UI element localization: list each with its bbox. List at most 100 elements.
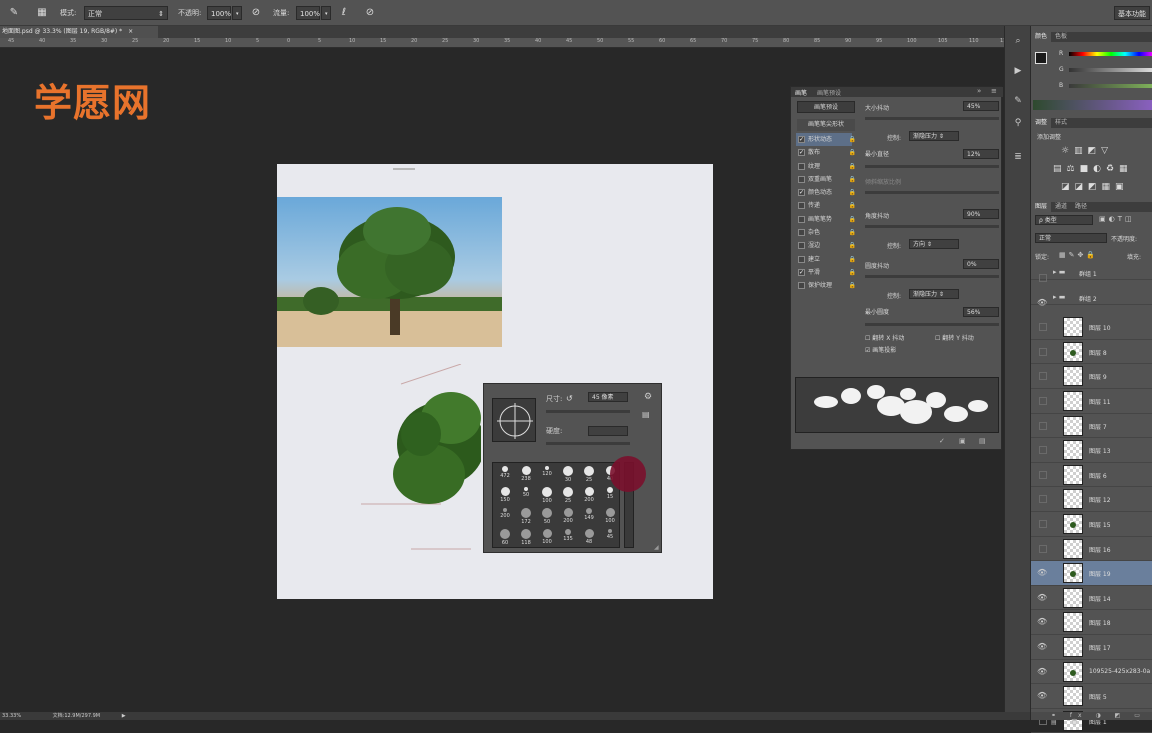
brush-tip-cell[interactable]: 30 <box>558 465 578 487</box>
folder-icon[interactable]: ▸ ▬ <box>1053 268 1065 276</box>
brush-size-input[interactable]: 45 像素 <box>588 392 628 402</box>
min-diameter-value[interactable]: 12% <box>963 149 999 159</box>
visibility-eye-icon[interactable]: 👁 <box>1037 691 1047 700</box>
tab-layers[interactable]: 图层 <box>1031 202 1052 212</box>
visibility-eye-icon[interactable]: 👁 <box>1037 617 1047 626</box>
checkbox-empty-icon[interactable] <box>798 242 805 250</box>
angle-jitter-value[interactable]: 90% <box>963 209 999 219</box>
history-icon[interactable]: ⌕ <box>1011 36 1025 50</box>
visibility-toggle[interactable] <box>1039 421 1047 430</box>
checkbox-empty-icon[interactable] <box>798 282 805 290</box>
blend-mode-dropdown[interactable]: 正常 <box>1035 233 1107 243</box>
layer-row[interactable]: 图层 6 <box>1031 463 1152 488</box>
layer-group-row[interactable]: 👁 ▸ ▬ 群组 2 <box>1031 291 1152 307</box>
layer-row[interactable]: 图层 9 <box>1031 364 1152 389</box>
size-jitter-slider[interactable] <box>865 117 999 120</box>
brush-tip-cell[interactable]: 45 <box>600 528 620 550</box>
lock-icons[interactable]: ▦✎✥🔒 <box>1059 251 1098 259</box>
g-slider[interactable] <box>1069 68 1152 72</box>
lock-icon[interactable]: 🔒 <box>849 133 856 146</box>
tab-brush[interactable]: 画笔 <box>795 88 807 97</box>
size-jitter-value[interactable]: 45% <box>963 101 999 111</box>
layer-thumbnail[interactable] <box>1063 637 1083 657</box>
visibility-toggle[interactable] <box>1039 397 1047 405</box>
brush-presets-button[interactable]: 画笔预设 <box>797 101 855 113</box>
lock-icon[interactable]: 🔒 <box>849 199 856 212</box>
zoom-readout[interactable]: 33.33% <box>2 713 21 719</box>
checkbox-checked-icon[interactable]: ✓ <box>798 268 805 276</box>
brush-hardness-input[interactable] <box>588 426 628 436</box>
brush-tip-cell[interactable]: 238 <box>516 465 536 487</box>
layer-thumbnail[interactable] <box>1063 489 1083 510</box>
brush-tip-cell[interactable]: 100 <box>600 507 620 529</box>
layer-thumbnail[interactable] <box>1063 612 1083 633</box>
layer-row[interactable]: 图层 8 <box>1031 340 1152 365</box>
brush-option-item[interactable]: 传递 🔒 <box>796 199 856 212</box>
status-menu-arrow-icon[interactable]: ▶ <box>122 713 126 719</box>
layer-row[interactable]: 👁 图层 17 <box>1031 635 1152 660</box>
min-roundness-value[interactable]: 56% <box>963 307 999 317</box>
brush-tip-cell[interactable]: 120 <box>537 465 557 487</box>
lock-icon[interactable]: 🔒 <box>849 213 856 226</box>
flip-x-checkbox[interactable]: ☐ 翻转 X 抖动 <box>865 333 904 342</box>
layer-row[interactable]: 图层 16 <box>1031 537 1152 562</box>
airbrush-icon[interactable]: ℓ <box>338 6 350 20</box>
tab-brush-presets[interactable]: 画笔预设 <box>817 88 841 97</box>
control-dropdown-1[interactable]: 渐隐压力 ⇕ <box>909 131 959 141</box>
picker-settings-gear-icon[interactable]: ⚙ <box>644 392 652 402</box>
layer-row[interactable]: 👁 图层 19 <box>1031 561 1152 586</box>
brush-angle-preview[interactable] <box>492 398 536 442</box>
brush-tip-grid[interactable]: 4722381203025401505010025200152001725020… <box>492 462 620 548</box>
lock-icon[interactable]: 🔒 <box>849 160 856 173</box>
brush-option-item[interactable]: 杂色 🔒 <box>796 226 856 239</box>
layer-filter-dropdown[interactable]: ρ 类型 <box>1035 215 1093 225</box>
brush-tip-cell[interactable]: 48 <box>579 528 599 550</box>
layer-filter-icons[interactable]: ▣◐T◫ <box>1099 215 1135 223</box>
layer-row[interactable]: 图层 15 <box>1031 512 1152 537</box>
layer-thumbnail[interactable] <box>1063 415 1083 436</box>
brush-tip-cell[interactable]: 15 <box>600 486 620 508</box>
layer-thumbnail[interactable] <box>1063 563 1083 584</box>
tab-paths[interactable]: 路径 <box>1071 202 1091 212</box>
visibility-toggle[interactable] <box>1039 520 1047 528</box>
tilt-scale-slider[interactable] <box>865 191 999 194</box>
clone-source-icon[interactable]: ⚲ <box>1011 118 1025 132</box>
layer-row[interactable]: 图层 7 <box>1031 414 1152 439</box>
toggle-bristle-preview-icon[interactable]: ✓ <box>939 437 945 445</box>
visibility-toggle[interactable] <box>1039 274 1047 282</box>
lock-icon[interactable]: 🔒 <box>849 146 856 159</box>
brush-tip-cell[interactable]: 50 <box>516 486 536 508</box>
checkbox-empty-icon[interactable] <box>798 162 805 170</box>
lock-icon[interactable]: 🔒 <box>849 266 856 279</box>
lock-icon[interactable]: 🔒 <box>849 279 856 292</box>
checkbox-empty-icon[interactable] <box>798 229 805 237</box>
brush-tip-cell[interactable]: 100 <box>537 528 557 550</box>
layer-thumbnail[interactable] <box>1063 440 1083 461</box>
brush-option-item[interactable]: 双重画笔 🔒 <box>796 173 856 186</box>
adjustment-icons-row-3[interactable]: ◪◪◩▦▣ <box>1061 182 1129 192</box>
brush-option-item[interactable]: ✓ 颜色动态 🔒 <box>796 186 856 199</box>
lock-icon[interactable]: 🔒 <box>849 239 856 252</box>
lock-icon[interactable]: 🔒 <box>849 253 856 266</box>
control-dropdown-2[interactable]: 方向 ⇕ <box>909 239 959 249</box>
brush-option-item[interactable]: 建立 🔒 <box>796 253 856 266</box>
brush-tip-cell[interactable]: 149 <box>579 507 599 529</box>
checkbox-checked-icon[interactable]: ✓ <box>798 149 805 157</box>
brush-tip-cell[interactable]: 172 <box>516 507 536 529</box>
layer-row[interactable]: 图层 10 <box>1031 315 1152 340</box>
tab-color[interactable]: 颜色 <box>1031 32 1052 42</box>
layer-row[interactable]: 👁 图层 5 <box>1031 684 1152 709</box>
adjustment-icons-row-2[interactable]: ▤⚖■◐♻▦ <box>1053 164 1133 174</box>
layer-thumbnail[interactable] <box>1063 587 1083 608</box>
visibility-toggle[interactable] <box>1039 446 1047 455</box>
layer-row[interactable]: 图层 13 <box>1031 438 1152 463</box>
layer-thumbnail[interactable] <box>1063 686 1083 707</box>
brush-panel-toggle-icon[interactable]: ▦ <box>36 6 48 20</box>
visibility-eye-icon[interactable]: 👁 <box>1037 593 1047 602</box>
resize-grip-icon[interactable]: ◢ <box>654 544 659 551</box>
control-dropdown-3[interactable]: 渐隐压力 ⇕ <box>909 289 959 299</box>
reset-size-icon[interactable]: ↺ <box>566 394 574 403</box>
brush-hardness-slider[interactable] <box>546 442 630 445</box>
brush-tip-cell[interactable]: 60 <box>495 528 515 550</box>
new-preset-icon[interactable]: ▤ <box>642 410 650 419</box>
